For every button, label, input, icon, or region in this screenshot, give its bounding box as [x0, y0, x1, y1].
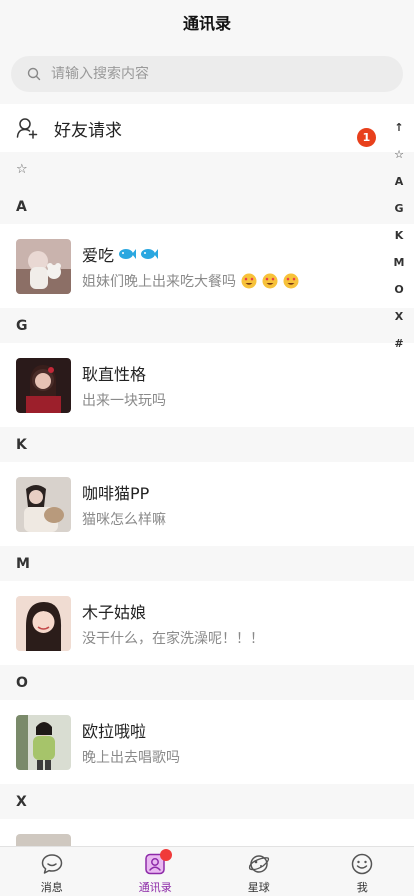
section-header-m: M — [16, 556, 30, 572]
fish-emoji-icon — [119, 248, 137, 259]
friend-request-label: 好友请求 — [54, 120, 122, 141]
avatar — [16, 357, 71, 413]
index-item-m[interactable]: M — [394, 249, 405, 276]
contact-name: 欧拉哦啦 — [82, 721, 147, 741]
index-item-g[interactable]: G — [394, 195, 403, 222]
contact-row[interactable]: 咖啡猫PP 猫咪怎么样嘛 — [0, 462, 414, 546]
smile-icon — [352, 853, 373, 875]
contact-last-message: 出来一块玩吗 — [82, 392, 166, 409]
alphabet-index-bar[interactable]: ↑ ☆ A G K M O X # — [392, 114, 406, 357]
tab-label: 通讯录 — [138, 881, 172, 894]
starred-section-header: ☆ — [16, 162, 28, 177]
search-box[interactable] — [11, 56, 403, 92]
fish-emoji-icon — [141, 248, 159, 259]
bottom-tab-bar: 消息 通讯录 星球 我 — [0, 846, 414, 896]
contact-row[interactable]: 爱吃 姐妹们晚上出来吃大餐吗 — [0, 224, 414, 308]
index-item-k[interactable]: K — [395, 222, 404, 249]
contact-name: 耿直性格 — [82, 364, 147, 384]
heart-eyes-emoji-icon — [262, 273, 278, 288]
page-title: 通讯录 — [182, 14, 231, 33]
contact-name: 爱吃 — [82, 245, 115, 265]
contact-row[interactable] — [0, 819, 414, 846]
search-area — [0, 44, 414, 102]
contacts-screen: 通讯录 好友请求 ☆ A — [0, 0, 414, 896]
index-item-star[interactable]: ☆ — [394, 141, 404, 168]
index-item-hash[interactable]: # — [394, 330, 403, 357]
contact-last-message: 姐妹们晚上出来吃大餐吗 — [82, 273, 236, 290]
avatar — [16, 714, 71, 770]
tab-label: 消息 — [40, 881, 63, 894]
notification-dot — [159, 849, 172, 861]
search-input[interactable] — [51, 66, 351, 82]
tab-me[interactable]: 我 — [311, 847, 414, 896]
friend-request-row[interactable]: 好友请求 — [0, 104, 414, 152]
contact-name: 木子姑娘 — [82, 602, 147, 622]
tab-label: 我 — [356, 881, 368, 894]
add-friend-icon — [16, 118, 38, 139]
chat-bubble-icon — [41, 854, 62, 874]
contact-last-message: 晚上出去唱歌吗 — [82, 749, 180, 766]
section-header-k: K — [16, 437, 27, 453]
tab-messages[interactable]: 消息 — [0, 847, 104, 896]
contact-last-message: 猫咪怎么样嘛 — [82, 511, 166, 528]
avatar — [16, 595, 71, 651]
contact-name: 咖啡猫PP — [82, 483, 150, 503]
tab-contacts[interactable]: 通讯录 — [104, 847, 208, 896]
section-header-a: A — [16, 199, 27, 215]
heart-eyes-emoji-icon — [283, 273, 299, 288]
avatar — [16, 476, 71, 532]
search-icon — [27, 67, 41, 81]
tab-label: 星球 — [247, 881, 270, 894]
avatar — [16, 238, 71, 294]
section-header-o: O — [16, 675, 28, 691]
avatar — [16, 833, 71, 846]
index-item-x[interactable]: X — [395, 303, 403, 330]
index-item-a[interactable]: A — [395, 168, 404, 195]
contact-row[interactable]: 耿直性格 出来一块玩吗 — [0, 343, 414, 427]
section-header-x: X — [16, 794, 27, 810]
index-item-o[interactable]: O — [394, 276, 403, 303]
friend-request-badge: 1 — [357, 128, 376, 147]
planet-icon — [248, 855, 269, 873]
contact-list[interactable]: 好友请求 ☆ A 爱吃 姐妹们晚上出来吃大餐吗 G 耿直性格 出来一块玩吗 K … — [0, 104, 414, 846]
contact-last-message: 没干什么，在家洗澡呢！！！ — [82, 630, 264, 647]
contact-row[interactable]: 木子姑娘 没干什么，在家洗澡呢！！！ — [0, 581, 414, 665]
contact-row[interactable]: 欧拉哦啦 晚上出去唱歌吗 — [0, 700, 414, 784]
heart-eyes-emoji-icon — [241, 273, 257, 288]
top-bar: 通讯录 — [0, 0, 414, 44]
section-header-g: G — [16, 318, 28, 334]
index-item-top[interactable]: ↑ — [394, 114, 403, 141]
tab-planet[interactable]: 星球 — [207, 847, 311, 896]
